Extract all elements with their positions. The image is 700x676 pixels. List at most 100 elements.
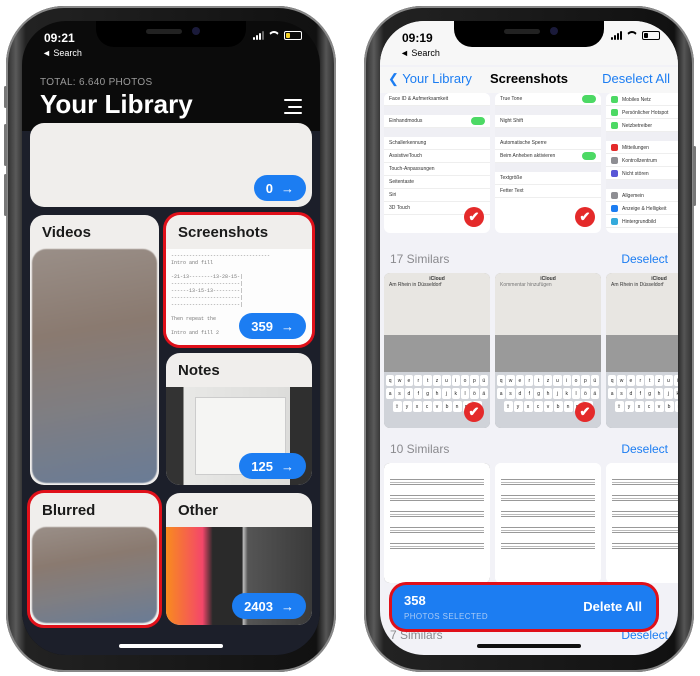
sheet-music-tile[interactable]	[495, 463, 601, 583]
card-title: Other	[178, 502, 219, 519]
keyboard-key: p	[470, 375, 479, 386]
count-pill[interactable]: 2403 →	[232, 593, 306, 619]
deselect-all-button[interactable]: Deselect All	[602, 71, 670, 86]
card-blurred[interactable]: Blurred	[30, 493, 159, 625]
keyboard-key: y	[402, 401, 412, 412]
screenshot-tile[interactable]: Mobiles Netz Persönlicher Hotspot Netzbetr…	[606, 93, 678, 233]
status-time: 09:19	[402, 31, 433, 45]
settings-screenshots-strip: Face ID & Aufmerksamkeit Einhandmodus Scha…	[380, 93, 678, 233]
settings-row: Persönlicher Hotspot	[606, 106, 678, 119]
sheet-music-thumbnail	[606, 463, 678, 583]
settings-app-icon	[611, 96, 618, 103]
settings-gap	[495, 163, 601, 172]
settings-row-label: Seitentaste	[389, 179, 415, 185]
home-indicator[interactable]	[477, 644, 581, 648]
screenshot-tile[interactable]: Face ID & Aufmerksamkeit Einhandmodus Scha…	[384, 93, 490, 233]
keyboard-key: a	[608, 388, 617, 399]
category-grid: 0 → Videos Screenshots ------------------…	[22, 123, 320, 655]
keyboard-key: f	[414, 388, 423, 399]
keyboard-key: n	[452, 401, 462, 412]
keyboard-key: x	[634, 401, 644, 412]
settings-row: Seitentaste	[384, 176, 490, 189]
selected-count: 358	[404, 593, 426, 608]
keyboard-key: d	[404, 388, 414, 399]
tile-text: Am Rhein in Düsseldorf	[611, 282, 664, 288]
deselect-button[interactable]: Deselect	[621, 628, 668, 642]
back-to-search-link[interactable]: ◄ Search	[42, 48, 82, 58]
card-top[interactable]: 0 →	[30, 123, 312, 207]
keyboard-key: ⇧	[614, 401, 624, 412]
checkmark-icon[interactable]: ✔	[575, 207, 595, 227]
keyboard-key: d	[626, 388, 636, 399]
settings-row: Night Shift	[495, 115, 601, 128]
checkmark-icon[interactable]: ✔	[575, 402, 595, 422]
hamburger-menu-icon[interactable]	[284, 99, 302, 114]
keyboard-key: h	[654, 388, 664, 399]
count-pill[interactable]: 359 →	[239, 313, 306, 339]
back-to-search-link[interactable]: ◄ Search	[400, 48, 440, 58]
battery-icon	[284, 31, 302, 40]
photo-post-tile[interactable]: iCloudAm Rhein in Düsseldorf qwertzuiopü…	[384, 273, 490, 428]
keyboard-key: b	[664, 401, 674, 412]
keyboard-key: s	[617, 388, 626, 399]
keyboard-key: h	[432, 388, 442, 399]
screenshot-tile[interactable]: True Tone Night Shift Automatische Sperre B…	[495, 93, 601, 233]
settings-row: Netzbetreiber	[606, 119, 678, 132]
settings-row-label: Touch-Anpassungen	[389, 166, 435, 172]
settings-gap	[495, 128, 601, 137]
wifi-icon	[268, 31, 280, 40]
signal-icon	[611, 31, 622, 40]
keyboard-key: j	[553, 388, 562, 399]
keyboard-key: a	[386, 388, 395, 399]
sheet-music-tile[interactable]	[606, 463, 678, 583]
toggle-switch	[582, 152, 596, 160]
settings-row-label: Hintergrundbild	[622, 218, 656, 225]
card-other[interactable]: Other 2403 →	[166, 493, 312, 625]
settings-row-label: Beim Anheben aktivieren	[500, 153, 556, 159]
keyboard-key: w	[395, 375, 404, 386]
deselect-button[interactable]: Deselect	[621, 442, 668, 456]
count-pill[interactable]: 125 →	[239, 453, 306, 479]
settings-row-label: Anzeige & Helligkeit	[622, 205, 667, 212]
back-button[interactable]: ❮ Your Library	[388, 71, 472, 87]
keyboard-key: c	[533, 401, 543, 412]
back-label: Your Library	[402, 71, 472, 86]
keyboard-key: q	[497, 375, 506, 386]
keyboard-key: e	[626, 375, 636, 386]
settings-app-icon	[611, 192, 618, 199]
settings-row: True Tone	[495, 93, 601, 106]
music-staff	[390, 543, 484, 549]
delete-all-button[interactable]: Delete All	[583, 599, 642, 614]
side-button	[693, 146, 696, 206]
settings-row-label: 3D Touch	[389, 205, 411, 211]
settings-row-label: Face ID & Aufmerksamkeit	[389, 96, 449, 102]
keyboard-key: z	[432, 375, 442, 386]
photo-post-tile[interactable]: iCloud Kommentar hinzufügen qwertzuiopüas…	[495, 273, 601, 428]
count-pill[interactable]: 0 →	[253, 175, 306, 201]
settings-row: Mitteilungen	[606, 141, 678, 154]
sheet-music-tile[interactable]	[384, 463, 490, 583]
card-videos[interactable]: Videos	[30, 215, 159, 485]
tile-text: Kommentar hinzufügen	[500, 282, 552, 288]
keyboard-key: t	[534, 375, 543, 386]
card-screenshots[interactable]: Screenshots ----------------------------…	[166, 215, 312, 345]
home-indicator[interactable]	[119, 644, 223, 648]
checkmark-icon[interactable]: ✔	[464, 207, 484, 227]
photo-post-tile[interactable]: iCloudAm Rhein in Düsseldorf qwertzuiopü…	[606, 273, 678, 428]
keyboard-key: e	[404, 375, 414, 386]
settings-row-label: Nicht stören	[622, 170, 649, 177]
deselect-button[interactable]: Deselect	[621, 252, 668, 266]
keyboard-key: p	[581, 375, 590, 386]
status-icons	[253, 31, 302, 40]
keyboard-key: a	[497, 388, 506, 399]
card-notes[interactable]: Notes 125 →	[166, 353, 312, 485]
keyboard: qwertzuiopü asdfghjklöä ⇧yxcvbnm⌫	[606, 372, 678, 428]
keyboard-key: n	[563, 401, 573, 412]
status-icons	[611, 31, 660, 40]
chevron-left-icon: ❮	[388, 71, 403, 86]
left-phone-frame: 09:21 ◄ Search TOTAL: 6.640 PHOTOS Your …	[4, 6, 336, 672]
keyboard-key: z	[543, 375, 553, 386]
keyboard-key: x	[412, 401, 422, 412]
count-value: 0	[265, 180, 273, 196]
checkmark-icon[interactable]: ✔	[464, 402, 484, 422]
